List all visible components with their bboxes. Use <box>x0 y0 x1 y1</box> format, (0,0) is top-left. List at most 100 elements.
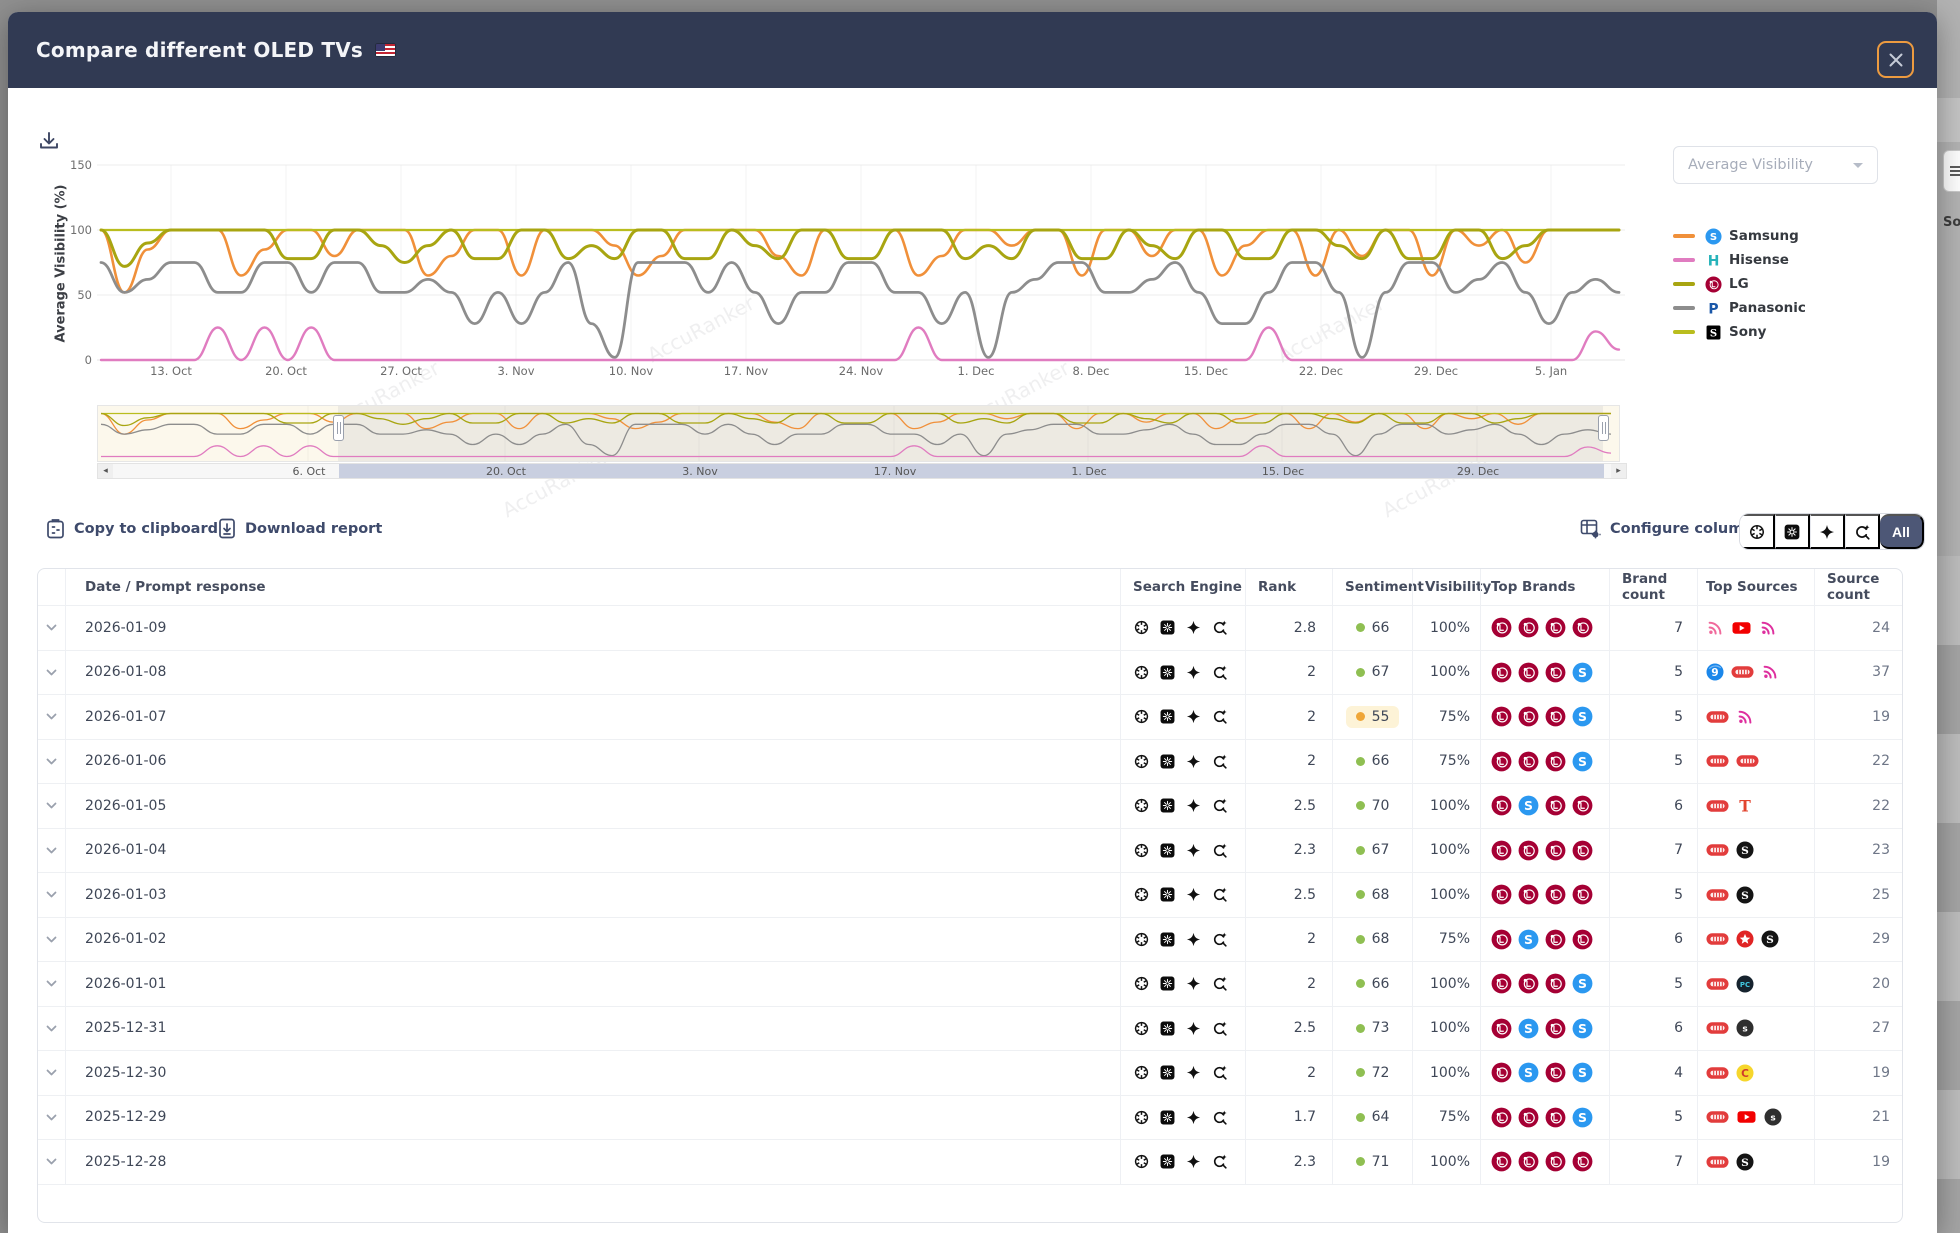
search-engine-cell <box>1120 740 1245 784</box>
row-expander-button[interactable] <box>44 1110 59 1125</box>
copy-to-clipboard-button[interactable]: Copy to clipboard <box>46 518 218 539</box>
row-expander-button[interactable] <box>44 1021 59 1036</box>
x-tick-label: 10. Nov <box>596 364 666 378</box>
row-expander-button[interactable] <box>44 932 59 947</box>
column-header-search-engine: Search Engine <box>1120 569 1245 605</box>
background-page-strip: Sou <box>1937 0 1960 1233</box>
table-row: 2025-12-30272100%SS4C19 <box>38 1050 1902 1095</box>
download-chart-button[interactable] <box>38 130 60 152</box>
row-date: 2026-01-06 <box>85 753 166 769</box>
expander-cell <box>38 784 65 828</box>
row-expander-button[interactable] <box>44 798 59 813</box>
ai-grid-icon <box>1159 1064 1176 1081</box>
sentiment-dot-icon <box>1356 1024 1365 1033</box>
svg-text:S: S <box>1578 1110 1587 1125</box>
row-expander-button[interactable] <box>44 620 59 635</box>
row-expander-button[interactable] <box>44 1065 59 1080</box>
table-row: 2026-01-0226875%S6S29 <box>38 917 1902 962</box>
lg-icon <box>1518 884 1539 905</box>
sentiment-badge: 66 <box>1346 617 1400 639</box>
navigator-right-handle[interactable] <box>1598 415 1609 441</box>
top-brands-cell: S <box>1480 962 1609 1006</box>
metric-dropdown[interactable]: Average Visibility <box>1673 146 1878 184</box>
legend-item-samsung[interactable]: S Samsung <box>1673 224 1806 248</box>
top-brands-cell: S <box>1480 695 1609 739</box>
chatgpt-icon <box>1748 523 1766 541</box>
news9-icon: 9 <box>1706 663 1724 681</box>
ai-grid-icon <box>1159 708 1176 725</box>
filter-ai-grid-button[interactable] <box>1775 514 1810 549</box>
series-panasonic-line <box>101 263 1619 358</box>
row-expander-button[interactable] <box>44 665 59 680</box>
redpill-icon <box>1706 1021 1729 1035</box>
background-row-stripes <box>1937 556 1960 1233</box>
sentiment-badge: 55 <box>1346 706 1400 728</box>
brand-count-cell: 6 <box>1609 1007 1697 1051</box>
row-expander-button[interactable] <box>44 976 59 991</box>
hisense-icon: H <box>1704 251 1722 269</box>
brand-count-cell: 4 <box>1609 1051 1697 1095</box>
header-expander-spacer <box>38 569 65 605</box>
download-report-button[interactable]: Download report <box>218 518 382 539</box>
date-cell: 2025-12-30 <box>65 1051 1120 1095</box>
lg-icon <box>1572 1151 1593 1172</box>
row-date: 2026-01-07 <box>85 709 166 725</box>
sentiment-cell: 70 <box>1332 784 1412 828</box>
row-expander-button[interactable] <box>44 887 59 902</box>
sblack-icon: S <box>1761 930 1779 948</box>
chart-navigator[interactable] <box>97 405 1627 463</box>
row-expander-button[interactable] <box>44 754 59 769</box>
visibility-cell: 100% <box>1412 606 1480 650</box>
navigator-left-handle[interactable] <box>333 415 344 441</box>
search-engine-cell <box>1120 695 1245 739</box>
scrollbar-left-arrow[interactable]: ◂ <box>98 464 113 478</box>
row-expander-button[interactable] <box>44 709 59 724</box>
lg-icon <box>1518 1151 1539 1172</box>
sentiment-cell: 66 <box>1332 606 1412 650</box>
column-header-top-sources: Top Sources <box>1697 569 1814 605</box>
ai-grid-icon <box>1159 1020 1176 1037</box>
sentiment-cell: 66 <box>1332 962 1412 1006</box>
lg-icon <box>1545 1018 1566 1039</box>
sentiment-badge: 73 <box>1346 1017 1400 1039</box>
row-date: 2026-01-02 <box>85 931 166 947</box>
navigator-scrollbar[interactable]: ◂ ▸ 6. Oct20. Oct3. Nov17. Nov1. Dec15. … <box>97 463 1627 479</box>
svg-text:S: S <box>1709 232 1716 243</box>
redpill-icon <box>1736 754 1759 768</box>
scrollbar-right-arrow[interactable]: ▸ <box>1611 464 1626 478</box>
panasonic-icon: P <box>1704 299 1722 317</box>
rank-cell: 2.5 <box>1245 1007 1332 1051</box>
legend-item-panasonic[interactable]: PPanasonic <box>1673 296 1806 320</box>
x-tick-label: 29. Dec <box>1401 364 1471 378</box>
ai-grid-icon <box>1159 842 1176 859</box>
filter-ai-overviews-button[interactable] <box>1845 514 1880 549</box>
row-expander-button[interactable] <box>44 843 59 858</box>
configure-columns-button[interactable]: Configure columns <box>1580 518 1762 539</box>
legend-line-swatch <box>1673 258 1695 262</box>
legend-item-sony[interactable]: SSony <box>1673 320 1806 344</box>
lg-icon <box>1545 929 1566 950</box>
filter-chatgpt-button[interactable] <box>1740 514 1775 549</box>
legend-label: Samsung <box>1729 228 1799 244</box>
close-button[interactable] <box>1877 41 1914 78</box>
top-brands-cell <box>1480 829 1609 873</box>
legend-item-hisense[interactable]: HHisense <box>1673 248 1806 272</box>
x-tick-label: 8. Dec <box>1056 364 1126 378</box>
filter-gemini-button[interactable] <box>1810 514 1845 549</box>
row-expander-button[interactable] <box>44 1154 59 1169</box>
top-brands-cell: S <box>1480 918 1609 962</box>
top-brands-cell: S <box>1480 1096 1609 1140</box>
hamburger-icon <box>1950 165 1960 177</box>
top-brands-cell: SS <box>1480 1051 1609 1095</box>
legend-item-lg[interactable]: LG <box>1673 272 1806 296</box>
rank-cell: 2.5 <box>1245 873 1332 917</box>
row-date: 2026-01-08 <box>85 664 166 680</box>
svg-text:P: P <box>1708 301 1718 316</box>
svg-text:S: S <box>1766 933 1774 946</box>
sentiment-value: 66 <box>1372 753 1390 769</box>
ai-overviews-icon <box>1211 1109 1228 1126</box>
rank-cell: 2.8 <box>1245 606 1332 650</box>
engine-filter-group: All <box>1739 513 1925 550</box>
filter-all-button[interactable]: All <box>1880 514 1924 549</box>
lg-icon <box>1491 795 1512 816</box>
